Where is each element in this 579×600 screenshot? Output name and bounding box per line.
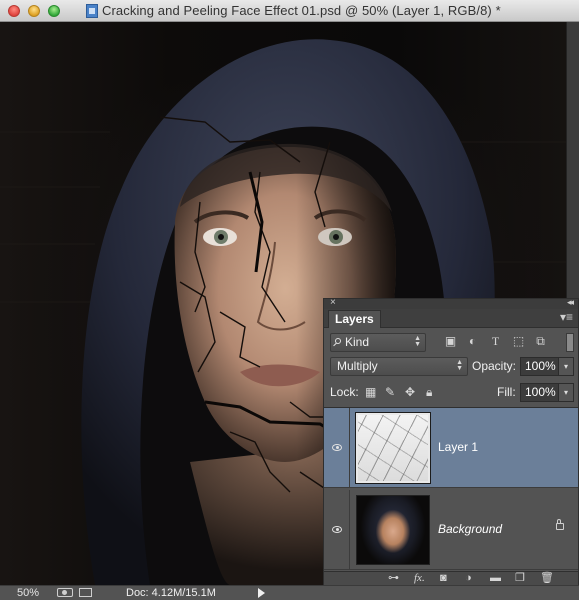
- opacity-field[interactable]: 100% ▾: [520, 357, 574, 376]
- layer-thumbnail[interactable]: [355, 412, 431, 484]
- window-title: Cracking and Peeling Face Effect 01.psd …: [102, 3, 501, 18]
- layer-thumbnail[interactable]: [356, 495, 430, 565]
- close-panel-icon[interactable]: ×: [330, 297, 336, 308]
- status-bar: 50% Doc: 4.12M/15.1M: [0, 585, 579, 600]
- proof-setup-icon[interactable]: [57, 588, 73, 597]
- smart-object-filter-icon[interactable]: ⧉: [534, 335, 547, 348]
- search-icon: [335, 338, 341, 344]
- opacity-label: Opacity:: [472, 359, 517, 373]
- chevron-down-icon[interactable]: ▾: [558, 358, 573, 375]
- visibility-eye-icon[interactable]: [324, 408, 350, 488]
- window-title-bar: Cracking and Peeling Face Effect 01.psd …: [0, 0, 579, 22]
- lock-transparent-icon[interactable]: ▦: [365, 385, 376, 399]
- type-filter-icon[interactable]: T: [489, 335, 502, 348]
- trash-icon[interactable]: 🗑︎: [540, 572, 554, 585]
- layer-name[interactable]: Background: [438, 522, 502, 536]
- close-window-button[interactable]: [8, 5, 20, 17]
- link-layers-icon[interactable]: ⊶: [388, 572, 399, 585]
- filter-kind-dropdown[interactable]: Kind ▲ ▼: [330, 333, 426, 352]
- chevron-down-icon[interactable]: ▾: [558, 384, 573, 401]
- share-icon[interactable]: [79, 588, 92, 597]
- layer-name[interactable]: Layer 1: [438, 440, 478, 454]
- status-menu-arrow-icon[interactable]: [258, 588, 265, 598]
- dropdown-arrows-icon: ▲ ▼: [456, 359, 463, 372]
- document-size-info: Doc: 4.12M/15.1M: [126, 587, 216, 599]
- filter-kind-label: Kind: [345, 335, 370, 349]
- panel-footer: ⊶ fx. ◙ ◑ ▬ ❐ 🗑︎: [324, 571, 578, 585]
- new-layer-icon[interactable]: ❐: [515, 572, 525, 585]
- adjustment-filter-icon[interactable]: ◐: [466, 335, 479, 348]
- add-mask-icon[interactable]: ◙: [440, 572, 447, 585]
- blend-mode-dropdown[interactable]: Multiply ▲ ▼: [330, 357, 468, 376]
- opacity-value: 100%: [525, 359, 556, 373]
- filter-toggle-switch[interactable]: [566, 333, 574, 352]
- new-group-icon[interactable]: ▬: [490, 572, 501, 585]
- fx-icon[interactable]: fx.: [414, 572, 425, 585]
- tab-layers[interactable]: Layers: [328, 310, 381, 328]
- psd-document-icon: [86, 4, 98, 18]
- pixel-filter-icon[interactable]: ▣: [444, 335, 457, 348]
- visibility-eye-icon[interactable]: [324, 490, 350, 570]
- layer-row-layer-1[interactable]: Layer 1: [324, 408, 578, 488]
- adjustment-layer-icon[interactable]: ◑: [465, 572, 472, 585]
- fill-value: 100%: [525, 385, 556, 399]
- panel-menu-icon[interactable]: ▾≡: [560, 310, 573, 324]
- shape-filter-icon[interactable]: ⬚: [512, 335, 525, 348]
- lock-label: Lock:: [330, 385, 359, 399]
- layer-row-background[interactable]: Background: [324, 490, 578, 570]
- zoom-level[interactable]: 50%: [17, 587, 39, 599]
- lock-position-icon[interactable]: ✥: [405, 385, 415, 399]
- minimize-window-button[interactable]: [28, 5, 40, 17]
- panel-tab-row: Layers ▾≡: [324, 309, 578, 328]
- layers-panel: × ◂◂ Layers ▾≡ Kind ▲ ▼ ▣ ◐ T ⬚ ⧉ Multipl…: [323, 297, 579, 585]
- dropdown-arrows-icon: ▲ ▼: [414, 335, 421, 348]
- zoom-window-button[interactable]: [48, 5, 60, 17]
- lock-image-icon[interactable]: ✎: [385, 385, 395, 399]
- layers-list: Layer 1 Background: [324, 407, 578, 572]
- collapse-panel-icon[interactable]: ◂◂: [567, 297, 574, 308]
- fill-field[interactable]: 100% ▾: [520, 383, 574, 402]
- blend-mode-label: Multiply: [337, 359, 378, 373]
- panel-header-bar: × ◂◂: [324, 297, 578, 309]
- layer-locked-icon: [556, 519, 564, 530]
- lock-all-icon[interactable]: 🔒︎: [426, 385, 432, 399]
- fill-label: Fill:: [497, 385, 516, 399]
